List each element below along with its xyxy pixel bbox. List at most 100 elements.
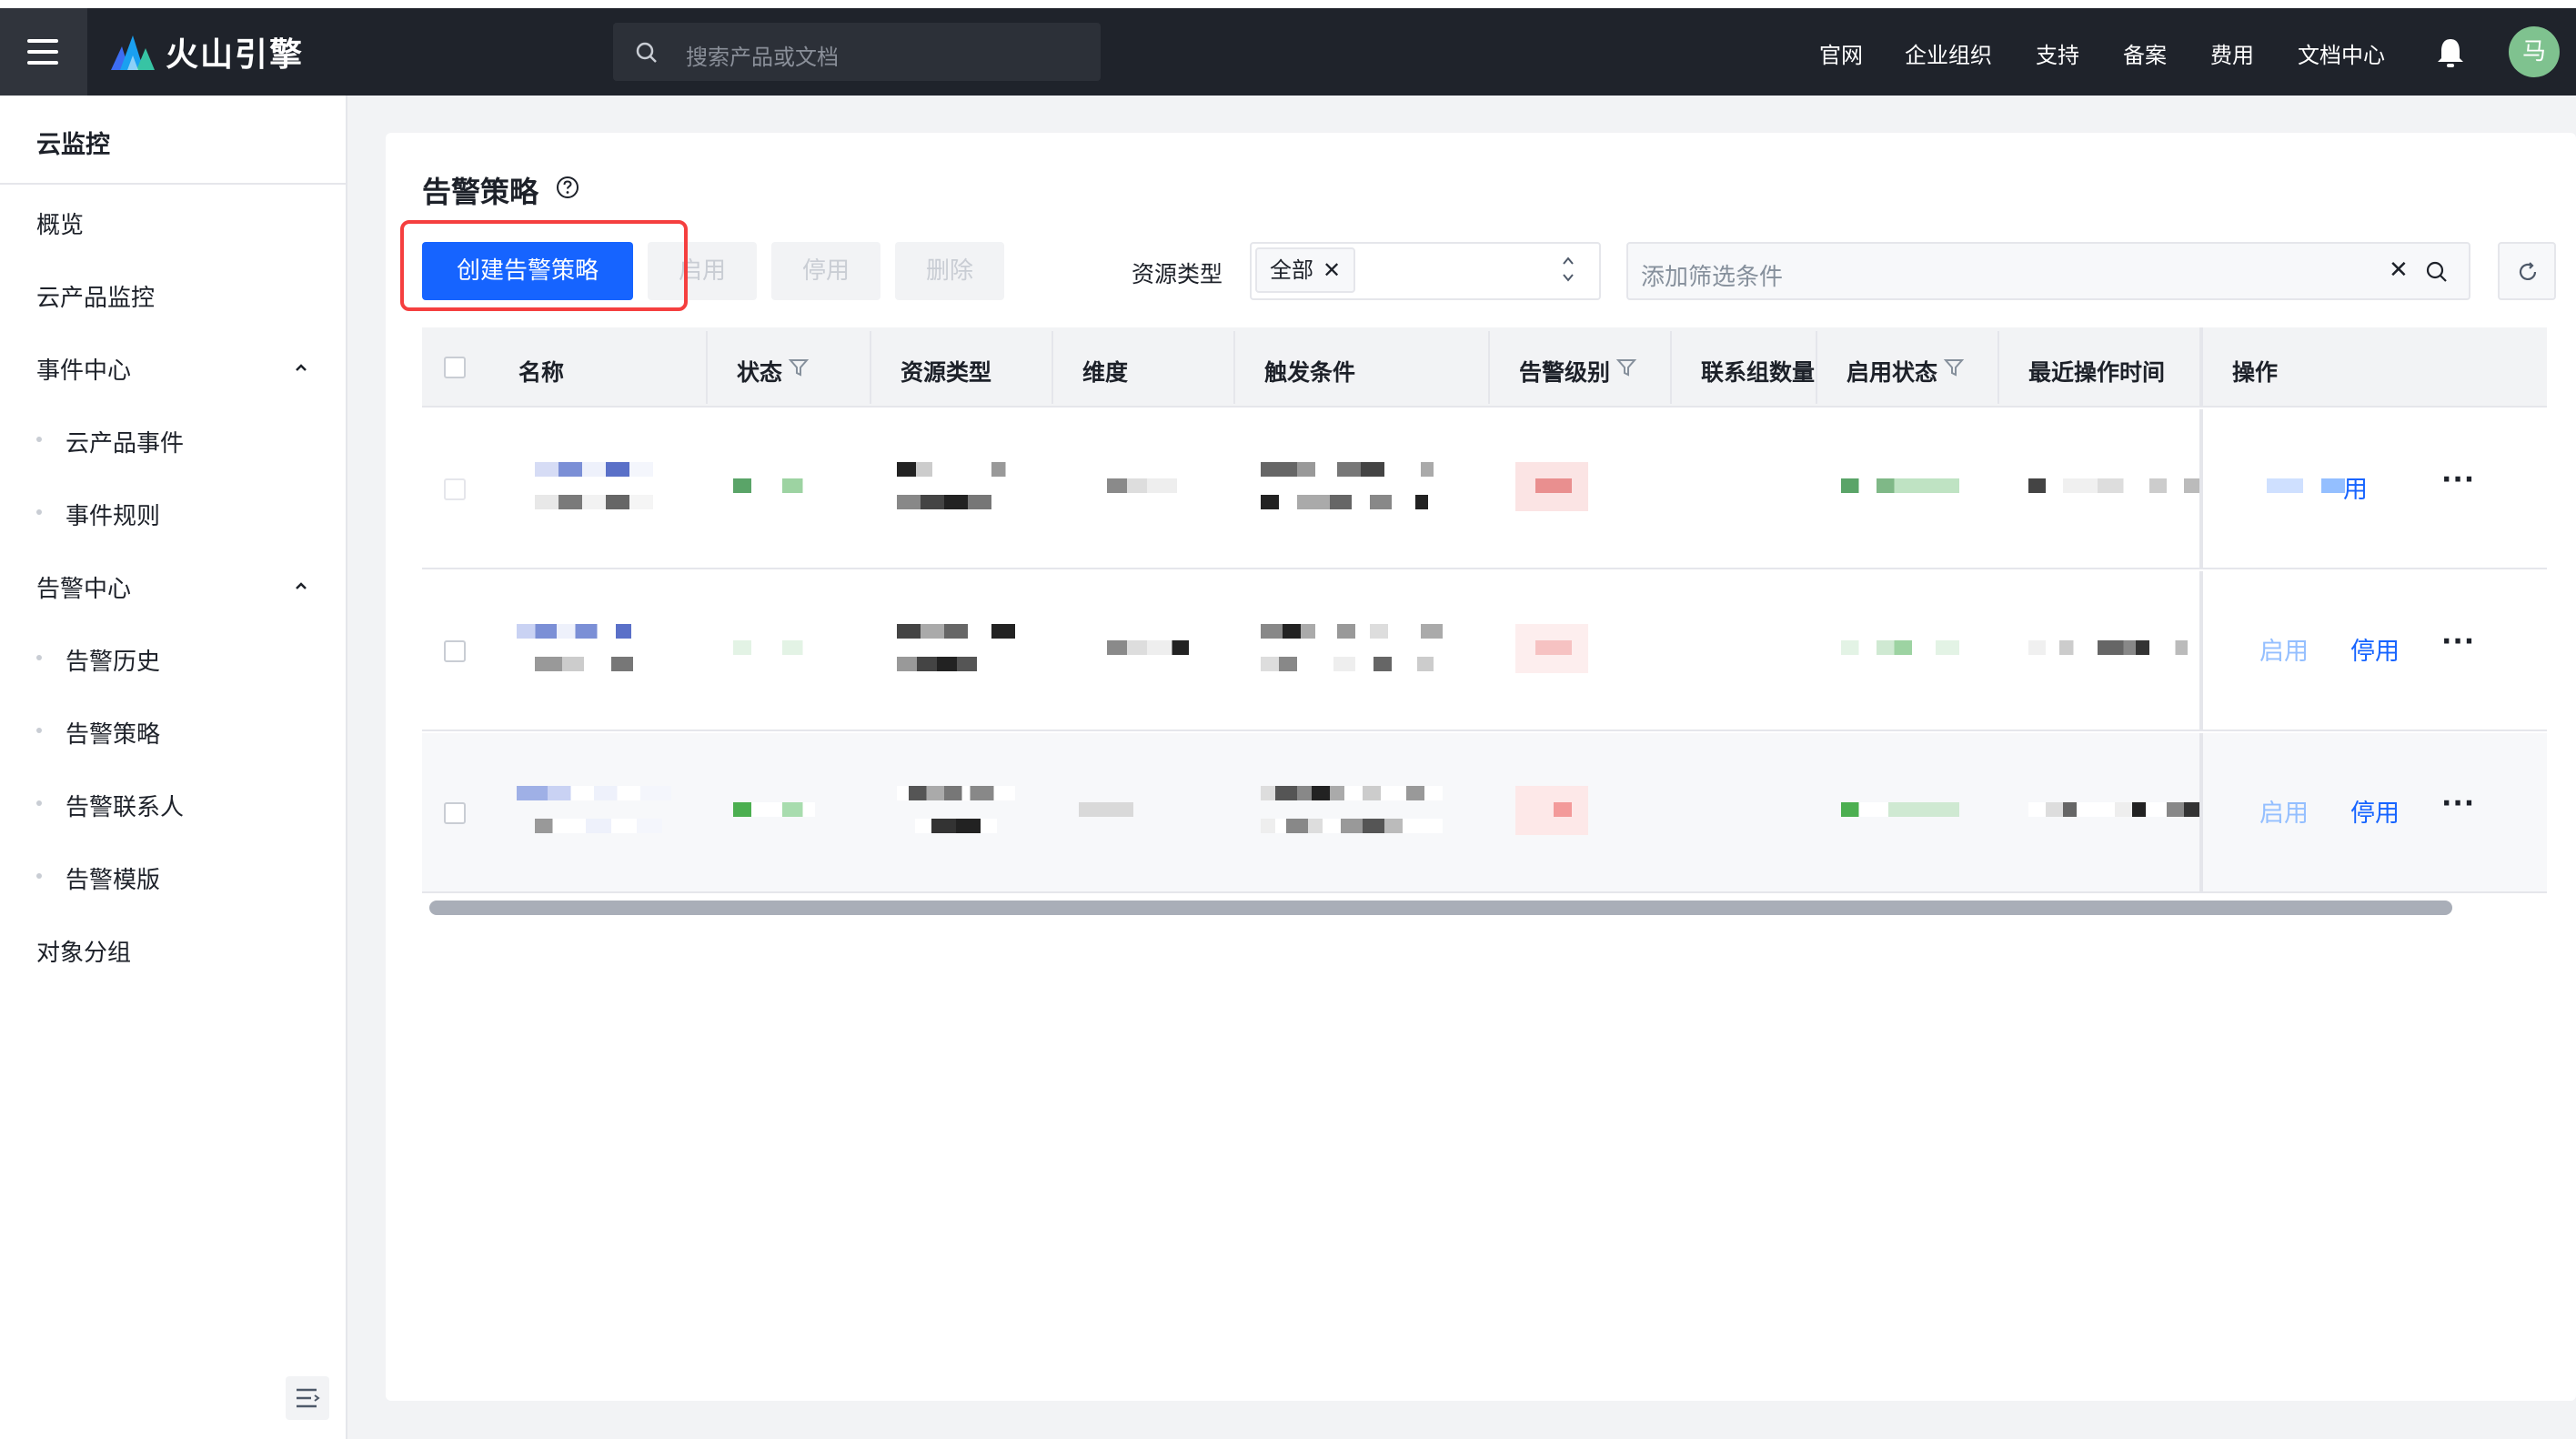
sidebar-title: 云监控 [36, 131, 110, 159]
table-row: 启用 停用 ··· [422, 571, 2547, 731]
status-redacted [733, 640, 815, 655]
resource-type-tag[interactable]: 全部 ✕ [1255, 247, 1356, 293]
menu-icon-bar [27, 61, 58, 65]
refresh-button[interactable] [2498, 242, 2556, 300]
name-redacted [517, 786, 671, 800]
status-redacted [733, 802, 815, 817]
column-divider [870, 331, 871, 404]
nav-filing[interactable]: 备案 [2123, 37, 2167, 69]
nav-billing[interactable]: 费用 [2210, 37, 2254, 69]
column-header-alert-level: 告警级别 [1519, 359, 1611, 386]
bullet-icon [36, 509, 42, 515]
dimension-redacted [1097, 640, 1197, 655]
name-redacted [535, 462, 653, 477]
search-icon[interactable] [2425, 260, 2449, 284]
row-checkbox[interactable] [444, 802, 466, 824]
top-strip [0, 0, 2576, 8]
highlight-annotation [400, 220, 688, 311]
row-checkbox[interactable] [444, 478, 466, 500]
sidebar-item-alert-center[interactable]: 告警中心 [36, 570, 131, 604]
resource-redacted [915, 819, 997, 833]
more-actions-icon[interactable]: ··· [2441, 788, 2475, 820]
filter-funnel-icon[interactable] [788, 357, 810, 378]
alert-level-redacted [1535, 478, 1572, 493]
column-header-enable-status: 启用状态 [1846, 359, 1938, 386]
column-divider [1488, 331, 1490, 404]
sidebar-item-alert-history[interactable]: 告警历史 [65, 643, 160, 677]
filter-condition-input[interactable]: 添加筛选条件 ✕ [1626, 242, 2470, 300]
search-icon [636, 42, 657, 63]
sidebar-item-alert-policy[interactable]: 告警策略 [65, 716, 160, 750]
nav-official-site[interactable]: 官网 [1819, 37, 1863, 69]
last-op-redacted [2028, 802, 2201, 817]
row-enable-link[interactable]: 启用 [2259, 631, 2309, 667]
collapse-menu-icon [297, 1388, 320, 1408]
row-disable-link[interactable]: 停用 [2350, 793, 2400, 829]
help-question-icon[interactable] [555, 175, 580, 200]
sidebar-item-event-rules[interactable]: 事件规则 [65, 498, 160, 531]
sidebar-item-object-groups[interactable]: 对象分组 [36, 934, 131, 968]
dimension-redacted [1097, 478, 1197, 493]
clear-icon[interactable]: ✕ [2389, 257, 2409, 284]
actions-cell: 启用 停用 ··· [2199, 733, 2547, 891]
enable-status-redacted [1841, 478, 1959, 493]
select-all-checkbox[interactable] [444, 357, 466, 378]
sidebar-item-alert-contacts[interactable]: 告警联系人 [65, 789, 184, 822]
column-header-trigger: 触发条件 [1264, 359, 1356, 386]
filter-funnel-icon[interactable] [1615, 357, 1637, 378]
column-header-name: 名称 [518, 359, 565, 386]
more-actions-icon[interactable]: ··· [2441, 626, 2475, 658]
horizontal-scrollbar[interactable] [429, 901, 2452, 915]
sidebar-item-product-monitor[interactable]: 云产品监控 [36, 279, 155, 313]
notification-bell-icon[interactable] [2434, 35, 2467, 70]
disable-button[interactable]: 停用 [771, 242, 880, 300]
hamburger-menu-button[interactable] [0, 8, 87, 96]
sidebar-item-product-events[interactable]: 云产品事件 [65, 425, 184, 458]
name-redacted [517, 624, 671, 639]
row-checkbox[interactable] [444, 640, 466, 662]
name-redacted [535, 657, 644, 671]
sidebar-collapse-button[interactable] [286, 1376, 329, 1420]
brand-name: 火山引擎 [166, 36, 305, 74]
chevron-up-icon[interactable] [291, 361, 311, 374]
global-search-input[interactable]: 搜索产品或文档 [613, 23, 1101, 81]
nav-support[interactable]: 支持 [2036, 37, 2079, 69]
row-action-partial[interactable]: 用 [2343, 469, 2368, 505]
row-disable-link[interactable]: 停用 [2350, 631, 2400, 667]
column-divider [1997, 331, 1999, 404]
sidebar-item-event-center[interactable]: 事件中心 [36, 352, 131, 386]
action-redacted [2321, 478, 2345, 493]
sidebar-item-overview[interactable]: 概览 [36, 206, 84, 240]
more-actions-icon[interactable]: ··· [2441, 464, 2475, 496]
resource-redacted [897, 462, 1015, 477]
column-header-dimension: 维度 [1082, 359, 1129, 386]
status-redacted [733, 478, 815, 493]
row-enable-link[interactable]: 启用 [2259, 793, 2309, 829]
sidebar-item-alert-templates[interactable]: 告警模版 [65, 861, 160, 895]
column-divider [1816, 331, 1817, 404]
delete-button[interactable]: 删除 [895, 242, 1004, 300]
actions-cell: 启用 停用 ··· [2199, 571, 2547, 730]
resource-redacted [897, 786, 1015, 800]
user-avatar[interactable]: 马 [2509, 26, 2560, 77]
resource-redacted [897, 657, 997, 671]
trigger-redacted [1261, 819, 1443, 833]
nav-docs-center[interactable]: 文档中心 [2298, 37, 2385, 69]
alert-level-redacted [1535, 640, 1572, 655]
brand-logo[interactable]: 火山引擎 [109, 28, 304, 75]
tag-label: 全部 [1270, 257, 1313, 283]
tag-close-icon[interactable]: ✕ [1323, 257, 1341, 283]
column-header-status: 状态 [737, 359, 783, 386]
menu-icon [27, 39, 58, 43]
top-nav-bar: 火山引擎 搜索产品或文档 官网 企业组织 支持 备案 费用 文档中心 马 [0, 8, 2576, 96]
chevron-up-icon[interactable] [291, 579, 311, 592]
search-placeholder: 搜索产品或文档 [686, 45, 839, 70]
sidebar: 云监控 概览 云产品监控 事件中心 云产品事件 事件规则 告警中心 告警历史 告… [0, 96, 347, 1439]
volcano-logo-icon [111, 35, 155, 70]
nav-enterprise-org[interactable]: 企业组织 [1905, 37, 1992, 69]
filter-funnel-icon[interactable] [1943, 357, 1965, 378]
resource-redacted [897, 495, 1015, 509]
last-op-redacted [2028, 640, 2201, 655]
table-header: 名称 状态 资源类型 维度 触发条件 告警级别 联系组数量 启用状态 最近操作时… [422, 327, 2547, 408]
column-divider [1670, 331, 1672, 404]
